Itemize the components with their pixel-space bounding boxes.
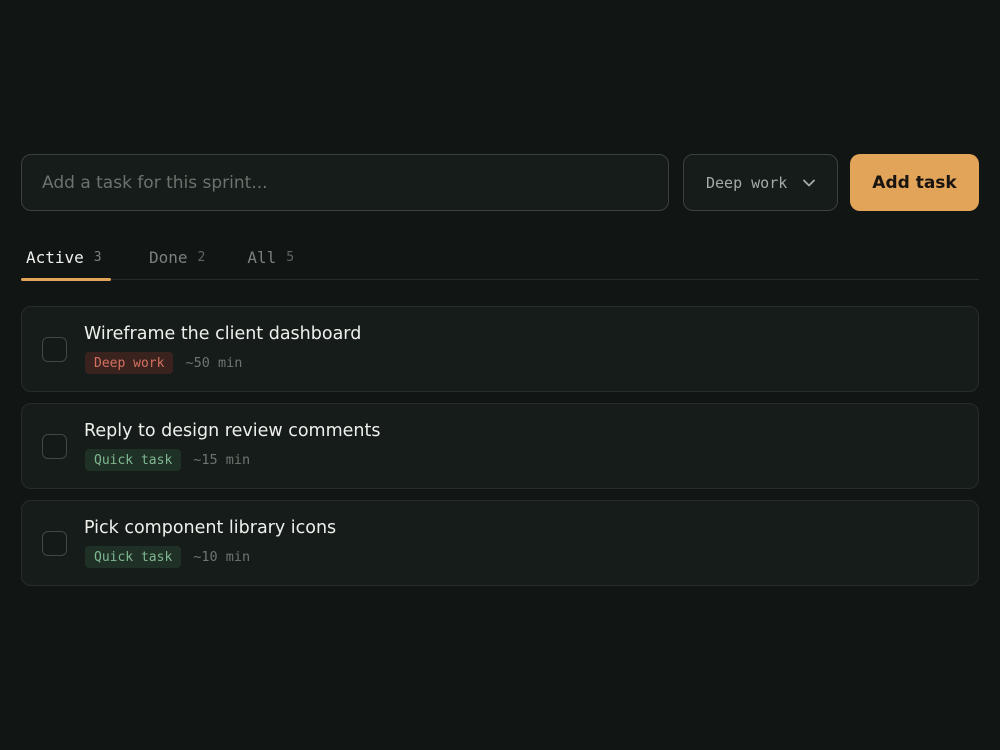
tab-label: All	[247, 247, 277, 267]
task-card: Pick component library icons Quick task …	[21, 500, 979, 586]
tab-all[interactable]: All 5	[247, 234, 294, 280]
task-checkbox[interactable]	[42, 337, 67, 362]
tab-active[interactable]: Active 3	[21, 234, 111, 281]
tab-label: Done	[149, 247, 188, 267]
task-tag-badge: Quick task	[85, 546, 182, 568]
task-title: Reply to design review comments	[84, 421, 381, 441]
task-list: Wireframe the client dashboard Deep work…	[21, 306, 979, 597]
task-card: Wireframe the client dashboard Deep work…	[21, 306, 979, 392]
filter-tabs: Active 3 Done 2 All 5	[21, 234, 979, 281]
task-meta: Quick task ~10 min	[85, 546, 250, 568]
tab-done[interactable]: Done 2	[149, 234, 205, 280]
task-meta: Deep work ~50 min	[85, 352, 242, 374]
add-task-row: Deep work Add task	[21, 154, 979, 211]
task-type-select[interactable]: Deep work	[683, 154, 838, 211]
task-input[interactable]	[21, 154, 669, 211]
tab-label: Active	[26, 247, 84, 267]
task-estimate: ~10 min	[193, 549, 251, 565]
task-card: Reply to design review comments Quick ta…	[21, 403, 979, 489]
task-tag-badge: Deep work	[85, 352, 174, 374]
add-task-button[interactable]: Add task	[850, 154, 979, 211]
tab-count: 5	[286, 249, 295, 265]
task-checkbox[interactable]	[42, 434, 67, 459]
task-estimate: ~15 min	[193, 452, 251, 468]
task-title: Pick component library icons	[84, 518, 337, 538]
task-type-select-value: Deep work	[706, 173, 788, 192]
tab-count: 2	[197, 249, 206, 265]
task-tag-badge: Quick task	[85, 449, 182, 471]
tab-count: 3	[93, 249, 102, 265]
chevron-down-icon	[803, 179, 815, 186]
task-estimate: ~50 min	[185, 355, 243, 371]
task-meta: Quick task ~15 min	[85, 449, 250, 471]
task-app: Deep work Add task Active 3 Done 2 All 5…	[21, 154, 979, 586]
task-title: Wireframe the client dashboard	[84, 324, 362, 344]
task-checkbox[interactable]	[42, 531, 67, 556]
